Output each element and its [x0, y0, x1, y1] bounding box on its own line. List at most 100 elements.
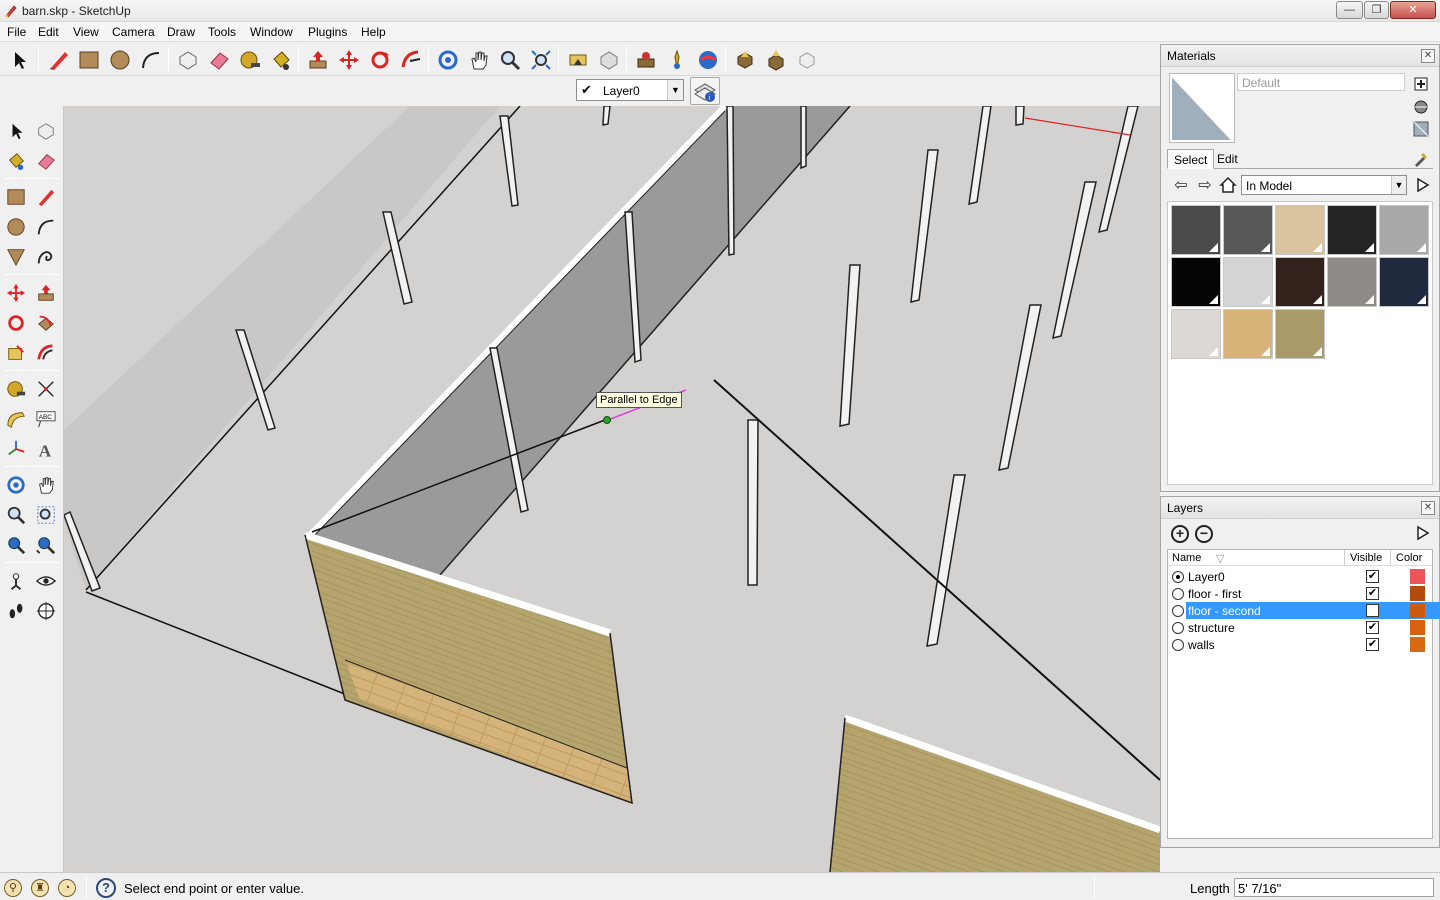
- layer-name[interactable]: floor - second: [1186, 602, 1362, 619]
- geo-location-icon[interactable]: ⚲: [4, 879, 22, 897]
- zoom-icon[interactable]: [3, 502, 29, 528]
- home-icon[interactable]: [1218, 175, 1238, 195]
- layer-name[interactable]: floor - first: [1186, 585, 1362, 602]
- menu-help[interactable]: Help: [361, 25, 386, 39]
- maximize-button[interactable]: ❐: [1364, 1, 1389, 19]
- line-icon[interactable]: [46, 47, 72, 73]
- add-location-icon[interactable]: [633, 47, 659, 73]
- active-layer-radio[interactable]: [1172, 605, 1184, 617]
- scale-icon[interactable]: [3, 340, 29, 366]
- menu-view[interactable]: View: [73, 25, 99, 39]
- follow-me-icon[interactable]: [398, 47, 424, 73]
- menu-file[interactable]: File: [7, 25, 26, 39]
- material-swatch-granite[interactable]: [1327, 257, 1377, 307]
- get-models-icon[interactable]: [732, 47, 758, 73]
- active-layer-radio[interactable]: [1172, 571, 1184, 583]
- add-layer-icon[interactable]: +: [1171, 525, 1189, 543]
- layer-visible-checkbox[interactable]: ✔: [1366, 621, 1379, 634]
- forward-arrow-icon[interactable]: ⇨: [1195, 175, 1215, 195]
- material-swatch-dark-brown[interactable]: [1275, 257, 1325, 307]
- details-arrow-icon[interactable]: [1413, 523, 1433, 543]
- layer-name[interactable]: structure: [1186, 619, 1362, 636]
- measurements-input[interactable]: 5' 7/16": [1234, 878, 1434, 897]
- layer-color-swatch[interactable]: [1410, 637, 1425, 652]
- layer-color-swatch[interactable]: [1410, 603, 1425, 618]
- user-account-icon[interactable]: ◔: [58, 879, 76, 897]
- circle-icon[interactable]: [107, 47, 133, 73]
- push-pull-icon[interactable]: [33, 280, 59, 306]
- menu-camera[interactable]: Camera: [112, 25, 155, 39]
- material-swatch-tan[interactable]: [1275, 205, 1325, 255]
- zoom-extents-icon[interactable]: [33, 532, 59, 558]
- close-icon[interactable]: ✕: [1421, 501, 1435, 515]
- active-layer-radio[interactable]: [1172, 588, 1184, 600]
- tape-measure-icon[interactable]: [237, 47, 263, 73]
- freehand-icon[interactable]: [33, 244, 59, 270]
- tape-measure-icon[interactable]: [3, 376, 29, 402]
- layer-name[interactable]: Layer0: [1186, 568, 1362, 585]
- layer-visible-checkbox[interactable]: ✔: [1366, 587, 1379, 600]
- rectangle-icon[interactable]: [76, 47, 102, 73]
- previous-view-icon[interactable]: [565, 47, 591, 73]
- next-view-icon[interactable]: [596, 47, 622, 73]
- material-swatch-navy[interactable]: [1379, 257, 1429, 307]
- select-icon[interactable]: [7, 47, 33, 73]
- paint-bucket-icon[interactable]: [3, 148, 29, 174]
- zoom-icon[interactable]: [497, 47, 523, 73]
- rectangle-icon[interactable]: [3, 184, 29, 210]
- current-layer-select[interactable]: ✔ Layer0 ▼: [576, 79, 684, 101]
- 3d-viewport[interactable]: Parallel to Edge: [64, 106, 1160, 872]
- zoom-extents-icon[interactable]: [528, 47, 554, 73]
- help-icon[interactable]: ?: [96, 878, 116, 898]
- paint-bucket-icon[interactable]: [268, 47, 294, 73]
- close-icon[interactable]: ✕: [1421, 49, 1435, 63]
- protractor-icon[interactable]: [3, 406, 29, 432]
- layer-color-swatch[interactable]: [1410, 586, 1425, 601]
- 3d-text-icon[interactable]: A: [33, 436, 59, 462]
- column-color[interactable]: Color: [1396, 552, 1422, 564]
- menu-draw[interactable]: Draw: [167, 25, 195, 39]
- back-arrow-icon[interactable]: ⇦: [1171, 175, 1191, 195]
- section-plane-icon[interactable]: [33, 598, 59, 624]
- polygon-icon[interactable]: [3, 244, 29, 270]
- move-icon[interactable]: [336, 47, 362, 73]
- sample-paint-icon[interactable]: [1411, 149, 1431, 169]
- material-swatch-charcoal[interactable]: [1327, 205, 1377, 255]
- material-swatch-wood-olive[interactable]: [1275, 309, 1325, 359]
- eraser-icon[interactable]: [206, 47, 232, 73]
- layer-manager-icon[interactable]: i: [690, 77, 720, 105]
- push-pull-icon[interactable]: [305, 47, 331, 73]
- material-collection-select[interactable]: In Model ▼: [1241, 175, 1407, 195]
- select-icon[interactable]: [4, 118, 30, 144]
- chevron-down-icon[interactable]: ▼: [667, 80, 683, 100]
- arc-icon[interactable]: [138, 47, 164, 73]
- position-camera-icon[interactable]: [3, 568, 29, 594]
- create-material-icon[interactable]: [1411, 73, 1431, 93]
- zoom-window-icon[interactable]: [33, 502, 59, 528]
- material-swatch-stucco[interactable]: [1171, 309, 1221, 359]
- move-icon[interactable]: [3, 280, 29, 306]
- material-swatch-wood-light[interactable]: [1223, 309, 1273, 359]
- active-layer-radio[interactable]: [1172, 639, 1184, 651]
- material-swatch-medium-gray[interactable]: [1223, 205, 1273, 255]
- dimension-icon[interactable]: [33, 376, 59, 402]
- credits-icon[interactable]: ♜: [31, 879, 49, 897]
- display-secondary-icon[interactable]: [1411, 119, 1431, 139]
- orbit-icon[interactable]: [3, 472, 29, 498]
- tab-select[interactable]: Select: [1167, 149, 1215, 169]
- layer-name[interactable]: walls: [1186, 636, 1362, 653]
- close-button[interactable]: ✕: [1390, 1, 1436, 19]
- rotate-icon[interactable]: [367, 47, 393, 73]
- column-name[interactable]: Name: [1172, 552, 1201, 564]
- menu-tools[interactable]: Tools: [208, 25, 236, 39]
- layer-row[interactable]: Layer0 ✔: [1168, 568, 1440, 585]
- column-visible[interactable]: Visible: [1350, 552, 1382, 564]
- material-name-field[interactable]: Default: [1237, 73, 1405, 91]
- pan-icon[interactable]: [33, 472, 59, 498]
- circle-icon[interactable]: [3, 214, 29, 240]
- axes-icon[interactable]: [3, 436, 29, 462]
- share-component-icon[interactable]: [794, 47, 820, 73]
- follow-me-icon[interactable]: [33, 310, 59, 336]
- layer-color-swatch[interactable]: [1410, 620, 1425, 635]
- offset-icon[interactable]: [33, 340, 59, 366]
